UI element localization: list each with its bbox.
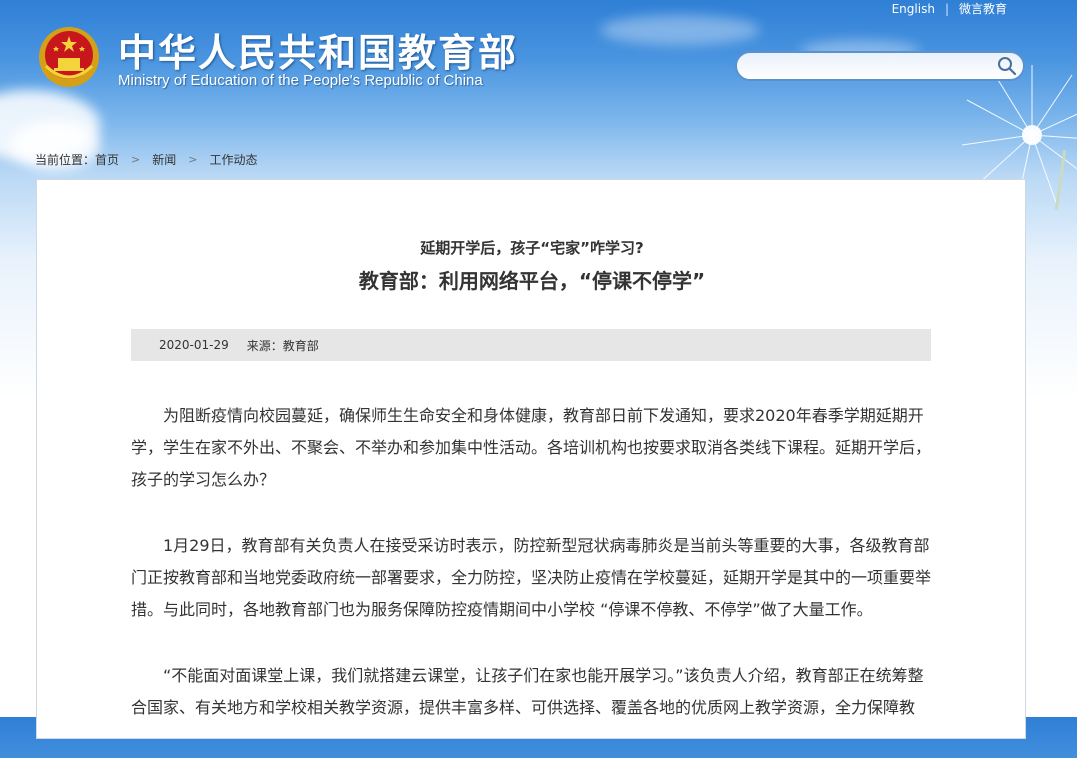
article-subtitle: 延期开学后，孩子“宅家”咋学习?: [420, 239, 644, 257]
chevron-right-icon: >: [188, 153, 198, 166]
cloud-decoration: [600, 15, 760, 45]
national-emblem-icon[interactable]: [38, 26, 100, 88]
site-subtitle-en: Ministry of Education of the People's Re…: [118, 72, 483, 89]
article-paragraph: 为阻断疫情向校园蔓延，确保师生生命安全和身体健康，教育部日前下发通知，要求202…: [131, 406, 932, 489]
weibo-link[interactable]: 微言教育: [959, 0, 1007, 17]
breadcrumb-work-updates[interactable]: 工作动态: [209, 151, 257, 168]
article-panel: 延期开学后，孩子“宅家”咋学习? 教育部：利用网络平台，“停课不停学” 2020…: [36, 179, 1026, 739]
breadcrumb: 当前位置： 首页 > 新闻 > 工作动态: [35, 151, 258, 168]
article-headline: 教育部：利用网络平台，“停课不停学”: [358, 269, 706, 293]
search-icon[interactable]: [997, 56, 1017, 76]
article-paragraph: 1月29日，教育部有关负责人在接受采访时表示，防控新型冠状病毒肺炎是当前头等重要…: [131, 536, 932, 619]
article-paragraph: “不能面对面课堂上课，我们就搭建云课堂，让孩子们在家也能开展学习。”该负责人介绍…: [131, 666, 924, 717]
chevron-right-icon: >: [131, 153, 141, 166]
article-body: 为阻断疫情向校园蔓延，确保师生生命安全和身体健康，教育部日前下发通知，要求202…: [131, 400, 931, 758]
search-box: [735, 51, 1025, 81]
site-title[interactable]: 中华人民共和国教育部: [118, 22, 518, 77]
breadcrumb-label: 当前位置：: [35, 153, 96, 167]
search-input[interactable]: [749, 57, 993, 77]
breadcrumb-news[interactable]: 新闻: [152, 151, 176, 168]
english-link[interactable]: English: [892, 2, 935, 16]
article-date: 2020-01-29: [159, 338, 229, 352]
link-separator: |: [944, 1, 949, 16]
article-meta: 2020-01-29 来源：教育部: [131, 329, 931, 361]
article-source: 来源：教育部: [246, 338, 319, 353]
top-links: English | 微言教育: [892, 0, 1007, 17]
breadcrumb-home[interactable]: 首页: [95, 151, 119, 168]
